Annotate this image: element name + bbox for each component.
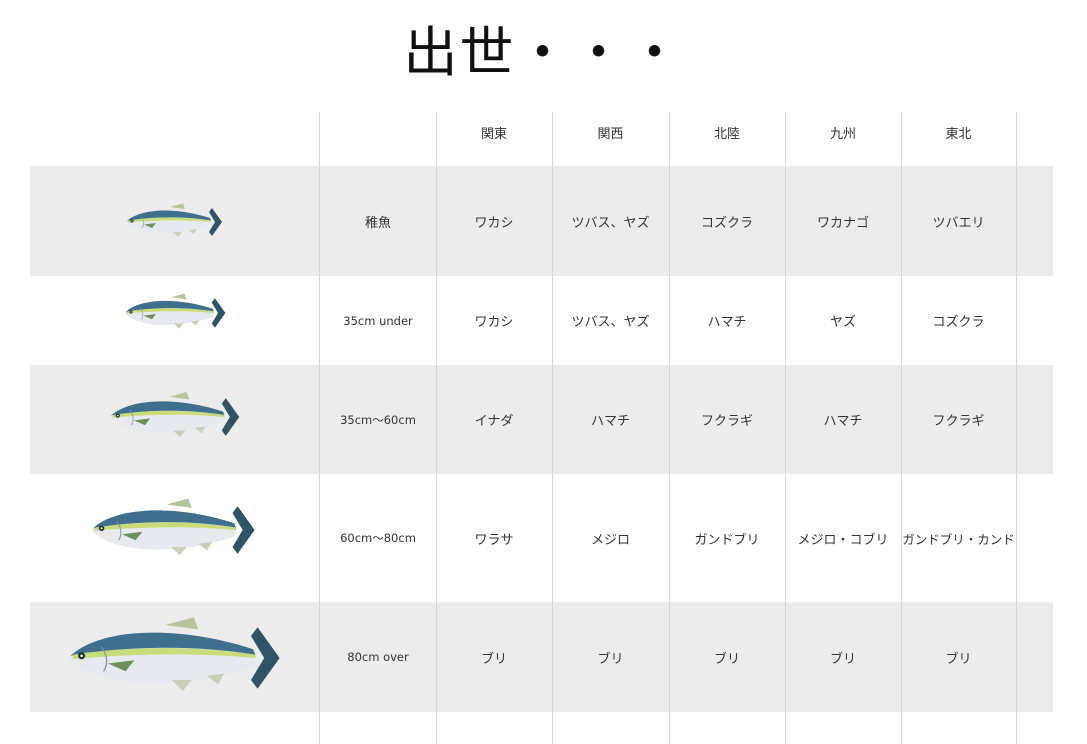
name-cell: ツバス、ヤズ bbox=[571, 315, 650, 330]
stage-label: 35cm～60cm bbox=[340, 412, 416, 427]
name-cell: ワカシ bbox=[474, 215, 514, 231]
stage-label: 80cm over bbox=[347, 650, 409, 664]
column-header-kyushu: 九州 bbox=[829, 126, 856, 142]
name-cell: メジロ・コブリ bbox=[797, 532, 889, 548]
name-cell: ハマチ bbox=[707, 315, 747, 330]
name-cell: ハマチ bbox=[823, 414, 863, 429]
yellowtail-fish-icon bbox=[67, 616, 281, 692]
name-cell: フクラギ bbox=[700, 414, 753, 429]
name-cell: ヤズ bbox=[829, 315, 856, 330]
column-header-kansai: 関西 bbox=[597, 126, 624, 142]
yellowtail-fish-icon bbox=[90, 498, 256, 557]
column-header-tohoku: 東北 bbox=[945, 126, 972, 142]
name-cell: コズクラ bbox=[700, 215, 753, 231]
name-cell: ブリ bbox=[480, 651, 507, 667]
stage-label: 60cm～80cm bbox=[340, 531, 416, 545]
name-cell: ワラサ bbox=[474, 532, 514, 548]
name-cell: ブリ bbox=[597, 651, 624, 667]
name-cell: ツバエリ bbox=[932, 215, 985, 231]
name-cell: メジロ bbox=[590, 532, 630, 548]
grid-line bbox=[1016, 112, 1017, 744]
name-cell: フクラギ bbox=[932, 414, 985, 429]
name-cell: ワカナゴ bbox=[816, 215, 869, 231]
name-cell: ワカシ bbox=[474, 315, 514, 330]
name-cell: ブリ bbox=[945, 651, 972, 667]
page-title: 出世・・・ bbox=[403, 21, 684, 84]
name-cell: ガンドブリ・カンド bbox=[902, 531, 1015, 547]
column-header-kanto: 関東 bbox=[480, 126, 507, 142]
stage-label: 稚魚 bbox=[364, 215, 391, 231]
name-cell: ハマチ bbox=[590, 414, 630, 429]
yellowtail-fish-icon bbox=[109, 391, 240, 438]
name-cell: ブリ bbox=[713, 651, 740, 667]
yellowtail-fish-icon bbox=[125, 203, 223, 238]
stage-label: 35cm under bbox=[343, 313, 413, 328]
name-cell: ブリ bbox=[829, 651, 856, 667]
name-cell: コズクラ bbox=[932, 315, 985, 330]
name-cell: ガンドブリ bbox=[694, 532, 760, 548]
name-cell: ツバス、ヤズ bbox=[571, 215, 650, 231]
column-header-hokuriku: 北陸 bbox=[713, 126, 740, 142]
name-cell: イナダ bbox=[474, 414, 514, 429]
yellowtail-fish-icon bbox=[124, 293, 226, 330]
